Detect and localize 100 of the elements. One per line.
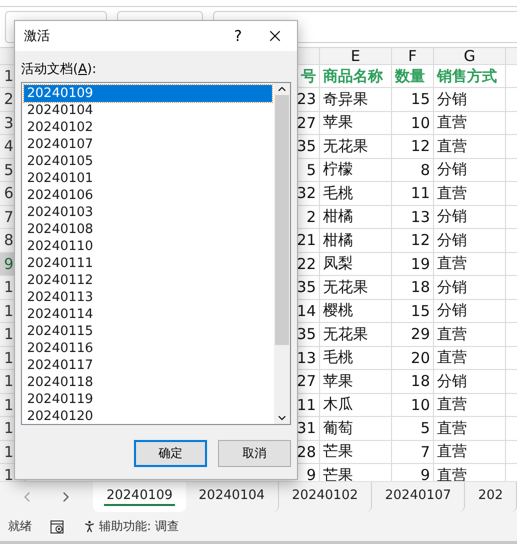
table-cell: 柠檬: [320, 158, 392, 182]
table-cell: 14: [298, 300, 320, 323]
table-cell: 23: [298, 88, 320, 112]
table-cell: 11: [298, 394, 320, 417]
table-cell: 8: [392, 158, 434, 182]
list-item[interactable]: 20240117: [24, 357, 272, 374]
table-cell: 无花果: [320, 323, 392, 346]
table-cell: 芒果: [320, 440, 392, 464]
accessibility-text: 辅助功能: 调查: [99, 518, 179, 535]
table-cell: 直营: [434, 346, 506, 370]
list-item[interactable]: 20240114: [24, 306, 272, 323]
help-button[interactable]: ?: [223, 22, 253, 50]
list-item[interactable]: 20240107: [24, 136, 272, 153]
list-item[interactable]: 20240109: [24, 85, 272, 102]
list-item[interactable]: 20240112: [24, 272, 272, 289]
sheet-tab[interactable]: 20240109: [93, 482, 186, 512]
table-cell: 19: [392, 252, 434, 276]
column-header[interactable]: G: [434, 48, 506, 65]
column-header[interactable]: [298, 48, 320, 65]
table-cell: 15: [392, 300, 434, 323]
table-cell: 直营: [434, 182, 506, 206]
table-cell: 分销: [434, 88, 506, 112]
table-cell: 21: [298, 229, 320, 252]
list-item[interactable]: 20240108: [24, 221, 272, 238]
table-cell: 木瓜: [320, 394, 392, 417]
table-cell: 27: [298, 112, 320, 135]
table-cell: 毛桃: [320, 182, 392, 206]
list-item[interactable]: 20240103: [24, 204, 272, 221]
table-cell: 无花果: [320, 135, 392, 158]
table-cell: 18: [392, 370, 434, 394]
list-item[interactable]: 20240102: [24, 119, 272, 136]
list-item[interactable]: 20240113: [24, 289, 272, 306]
dialog-title: 激活: [24, 28, 51, 45]
list-item[interactable]: 20240110: [24, 238, 272, 255]
column-header[interactable]: E: [320, 48, 392, 65]
table-cell: 奇异果: [320, 88, 392, 112]
column-header[interactable]: [506, 48, 517, 65]
list-item[interactable]: 20240105: [24, 153, 272, 170]
table-header-cell: 商品名称: [320, 65, 392, 88]
list-item[interactable]: 20240106: [24, 187, 272, 204]
table-cell: 苹果: [320, 370, 392, 394]
accessibility-status[interactable]: 辅助功能: 调查: [82, 518, 179, 535]
table-cell: 28: [298, 440, 320, 464]
table-cell: 分销: [434, 158, 506, 182]
table-cell: 直营: [434, 252, 506, 276]
table-cell: 无花果: [320, 276, 392, 300]
table-cell: 15: [392, 88, 434, 112]
table-cell: 7: [392, 440, 434, 464]
table-cell: 12: [392, 229, 434, 252]
table-cell: 13: [298, 346, 320, 370]
table-cell: 直营: [434, 135, 506, 158]
list-item[interactable]: 20240119: [24, 391, 272, 408]
table-cell: 樱桃: [320, 300, 392, 323]
dialog-button[interactable]: 取消: [218, 440, 291, 467]
table-cell: 5: [392, 417, 434, 440]
dialog-button[interactable]: 确定: [134, 440, 207, 467]
table-cell: 13: [392, 206, 434, 229]
table-cell: 11: [392, 182, 434, 206]
table-cell: 27: [298, 370, 320, 394]
table-cell: 分销: [434, 276, 506, 300]
table-cell: 10: [392, 112, 434, 135]
accessibility-icon: [82, 519, 97, 534]
table-header-cell: 销售方式: [434, 65, 506, 88]
table-cell: 直营: [434, 394, 506, 417]
table-cell: 20: [392, 346, 434, 370]
table-cell: 10: [392, 394, 434, 417]
table-cell: 分销: [434, 370, 506, 394]
table-cell: 凤梨: [320, 252, 392, 276]
list-item[interactable]: 20240116: [24, 340, 272, 357]
scrollbar[interactable]: [274, 83, 290, 424]
table-cell: 5: [298, 158, 320, 182]
table-header-cell: 号: [298, 65, 320, 88]
list-item[interactable]: 20240101: [24, 170, 272, 187]
column-header[interactable]: F: [392, 48, 434, 65]
list-item[interactable]: 20240120: [24, 408, 272, 424]
table-cell: 柑橘: [320, 229, 392, 252]
table-cell: 18: [392, 276, 434, 300]
list-item[interactable]: 20240104: [24, 102, 272, 119]
document-list[interactable]: 20240109 20240104 20240102 20240107 20240105 20240101 20240106 20240103 20240108 20240110 20240111 20240112 20240113 20240114 20240115 20240116 20240117 20240118 20240119 20240120: [21, 82, 291, 425]
table-cell: 直营: [434, 323, 506, 346]
table-cell: 直营: [434, 112, 506, 135]
table-header-cell: 数量: [392, 65, 434, 88]
table-cell: 35: [298, 276, 320, 300]
table-cell: 22: [298, 252, 320, 276]
table-cell: 直营: [434, 417, 506, 440]
table-cell: 毛桃: [320, 346, 392, 370]
table-cell: 葡萄: [320, 417, 392, 440]
table-cell: 29: [392, 323, 434, 346]
table-cell: 直营: [434, 440, 506, 464]
table-cell: 2: [298, 206, 320, 229]
list-item[interactable]: 20240118: [24, 374, 272, 391]
list-item[interactable]: 20240111: [24, 255, 272, 272]
macro-record-icon[interactable]: [50, 520, 64, 534]
table-cell: 12: [392, 135, 434, 158]
table-cell: 分销: [434, 300, 506, 323]
table-cell: 分销: [434, 206, 506, 229]
status-text: 就绪: [8, 518, 32, 535]
table-cell: 柑橘: [320, 206, 392, 229]
list-item[interactable]: 20240115: [24, 323, 272, 340]
table-cell: 35: [298, 135, 320, 158]
